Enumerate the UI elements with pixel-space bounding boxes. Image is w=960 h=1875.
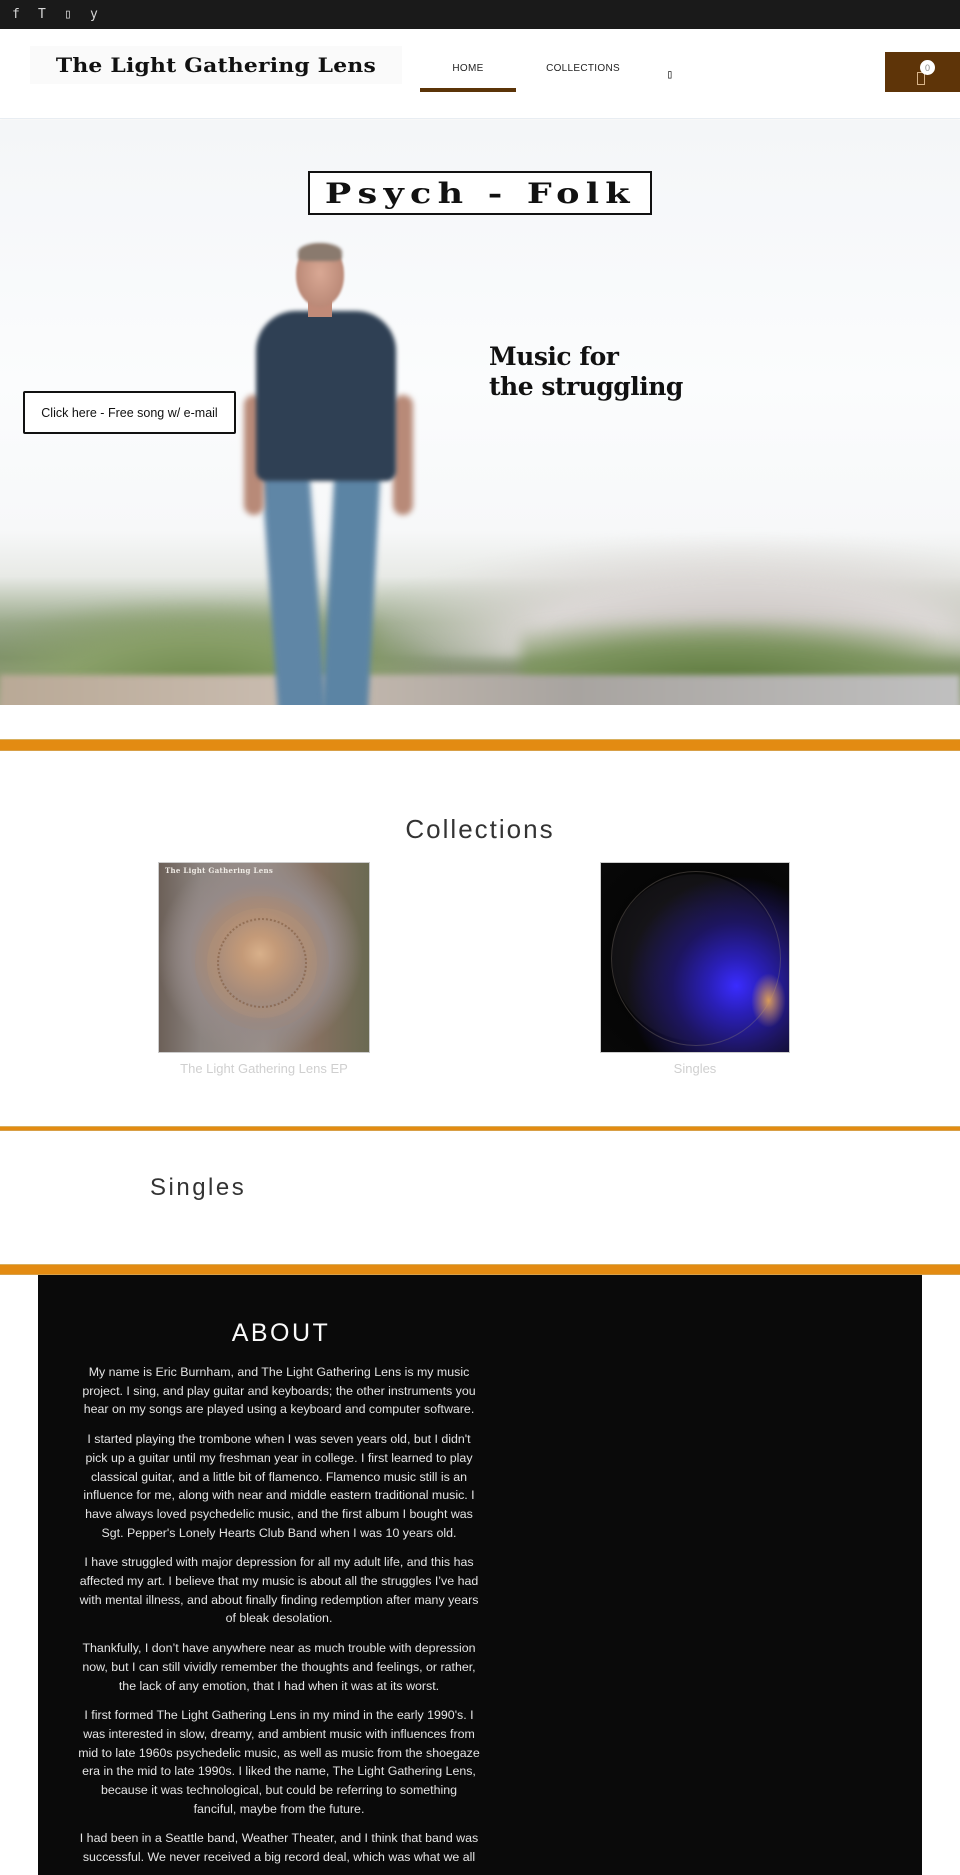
nav-collections[interactable]: COLLECTIONS — [516, 29, 650, 119]
nav-home-label: HOME — [452, 62, 484, 74]
about-paragraph: I first formed The Light Gathering Lens … — [78, 1708, 480, 1816]
about-paragraph: I had been in a Seattle band, Weather Th… — [79, 1831, 479, 1865]
genre-badge-text: Psych - Folk — [324, 176, 636, 210]
genre-badge: Psych - Folk — [308, 171, 652, 215]
site-header: The Light Gathering Lens HOME COLLECTION… — [0, 29, 960, 119]
section-divider — [0, 739, 960, 751]
section-divider — [0, 1126, 960, 1131]
social-bar: f T ▯ y — [0, 0, 960, 29]
collections-heading: Collections — [405, 814, 555, 844]
about-paragraph: My name is Eric Burnham, and The Light G… — [82, 1365, 476, 1417]
search-icon[interactable]: ▯ — [650, 29, 690, 119]
tagline-line-1: Music for — [489, 342, 619, 371]
singles-heading: Singles — [150, 1174, 247, 1201]
collection-title: The Light Gathering Lens EP — [180, 1061, 348, 1076]
youtube-icon[interactable]: y — [90, 7, 116, 22]
nav-collections-label: COLLECTIONS — [546, 62, 620, 74]
about-text: My name is Eric Burnham, and The Light G… — [78, 1363, 480, 1875]
hero-ground — [0, 675, 960, 705]
nav-home[interactable]: HOME — [420, 29, 516, 119]
twitter-icon[interactable]: T — [38, 7, 64, 22]
hero-banner: Psych - Folk Music for the struggling Cl… — [0, 120, 960, 705]
section-divider — [0, 1264, 960, 1275]
tagline-line-2: the struggling — [489, 372, 683, 401]
free-song-button[interactable]: Click here - Free song w/ e-mail — [23, 391, 236, 434]
ep-cover-text: The Light Gathering Lens — [165, 866, 274, 875]
about-heading: ABOUT — [231, 1319, 331, 1347]
main-nav: HOME COLLECTIONS ▯ — [420, 29, 690, 119]
ep-cover-image: The Light Gathering Lens — [158, 862, 370, 1053]
collection-card-ep[interactable]: The Light Gathering Lens The Light Gathe… — [158, 862, 370, 1076]
about-paragraph: I started playing the trombone when I wa… — [83, 1432, 475, 1540]
collection-title: Singles — [673, 1061, 717, 1076]
collection-card-singles[interactable]: Singles — [600, 862, 790, 1076]
hero-artist-photo — [228, 243, 428, 705]
about-paragraph: Thankfully, I don’t have anywhere near a… — [82, 1641, 476, 1693]
about-paragraph: I have struggled with major depression f… — [79, 1555, 479, 1626]
cart-button[interactable]: 0 — [885, 52, 960, 92]
about-section: ABOUT My name is Eric Burnham, and The L… — [38, 1275, 922, 1875]
hero-tagline: Music for the struggling — [489, 342, 683, 402]
instagram-icon[interactable]: ▯ — [64, 7, 90, 22]
cart-count-badge: 0 — [920, 60, 935, 75]
site-logo[interactable]: The Light Gathering Lens — [30, 46, 402, 84]
facebook-icon[interactable]: f — [12, 7, 38, 22]
singles-cover-image — [600, 862, 790, 1053]
logo-text: The Light Gathering Lens — [55, 53, 377, 77]
